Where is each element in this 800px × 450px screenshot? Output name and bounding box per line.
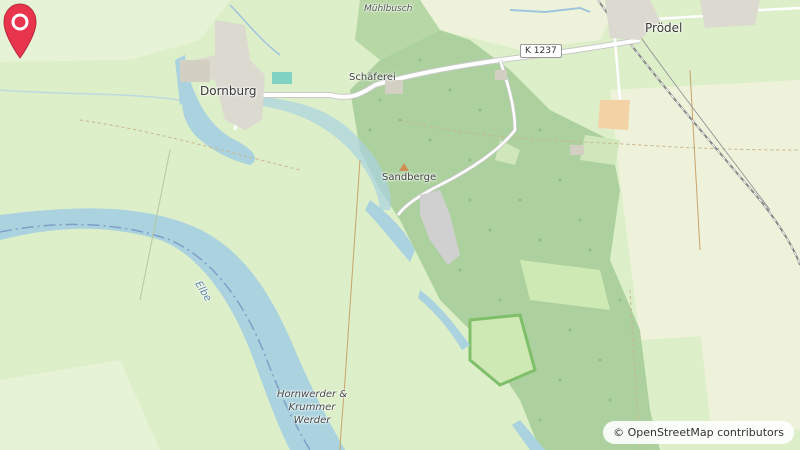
label-muehlbusch: Mühlbusch — [364, 4, 413, 14]
location-marker-icon[interactable] — [0, 0, 40, 60]
label-schaeferei: Schäferei — [349, 72, 396, 83]
map-canvas[interactable]: Dornburg Prödel Schäferei Mühlbusch Sand… — [0, 0, 800, 450]
label-dornburg: Dornburg — [200, 84, 257, 98]
map-attribution: © OpenStreetMap contributors — [603, 421, 794, 444]
copyright-symbol: © — [613, 426, 625, 439]
map-tiles — [0, 0, 800, 450]
road-ref-shield: K 1237 — [520, 44, 562, 58]
label-sandberge: Sandberge — [382, 172, 437, 183]
osm-contributors-link[interactable]: OpenStreetMap contributors — [628, 426, 784, 439]
label-werder: Hornwerder & Krummer Werder — [276, 389, 348, 426]
label-proedel: Prödel — [645, 21, 683, 35]
